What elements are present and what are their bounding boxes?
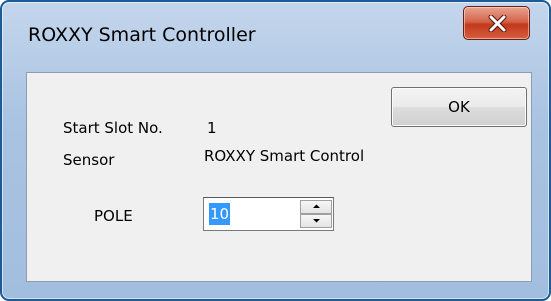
pole-value[interactable]: 10 — [209, 203, 231, 225]
pole-decrement-button[interactable] — [300, 214, 332, 228]
ok-button[interactable]: OK — [391, 87, 527, 127]
sensor-value: ROXXY Smart Control — [204, 147, 365, 165]
window-title: ROXXY Smart Controller — [28, 24, 256, 46]
pole-increment-button[interactable] — [300, 200, 332, 214]
pole-stepper[interactable]: 10 — [203, 197, 334, 231]
sensor-label: Sensor — [63, 151, 115, 169]
pole-label: POLE — [94, 207, 133, 225]
arrow-up-icon — [313, 204, 320, 208]
dialog-window: ROXXY Smart Controller OK Start Slot No.… — [0, 0, 551, 301]
close-button[interactable] — [463, 6, 530, 40]
arrow-down-icon — [313, 219, 320, 223]
start-slot-label: Start Slot No. — [63, 119, 163, 137]
start-slot-value: 1 — [207, 119, 217, 137]
close-icon — [488, 15, 507, 32]
dialog-content: OK Start Slot No. 1 Sensor ROXXY Smart C… — [26, 72, 532, 282]
